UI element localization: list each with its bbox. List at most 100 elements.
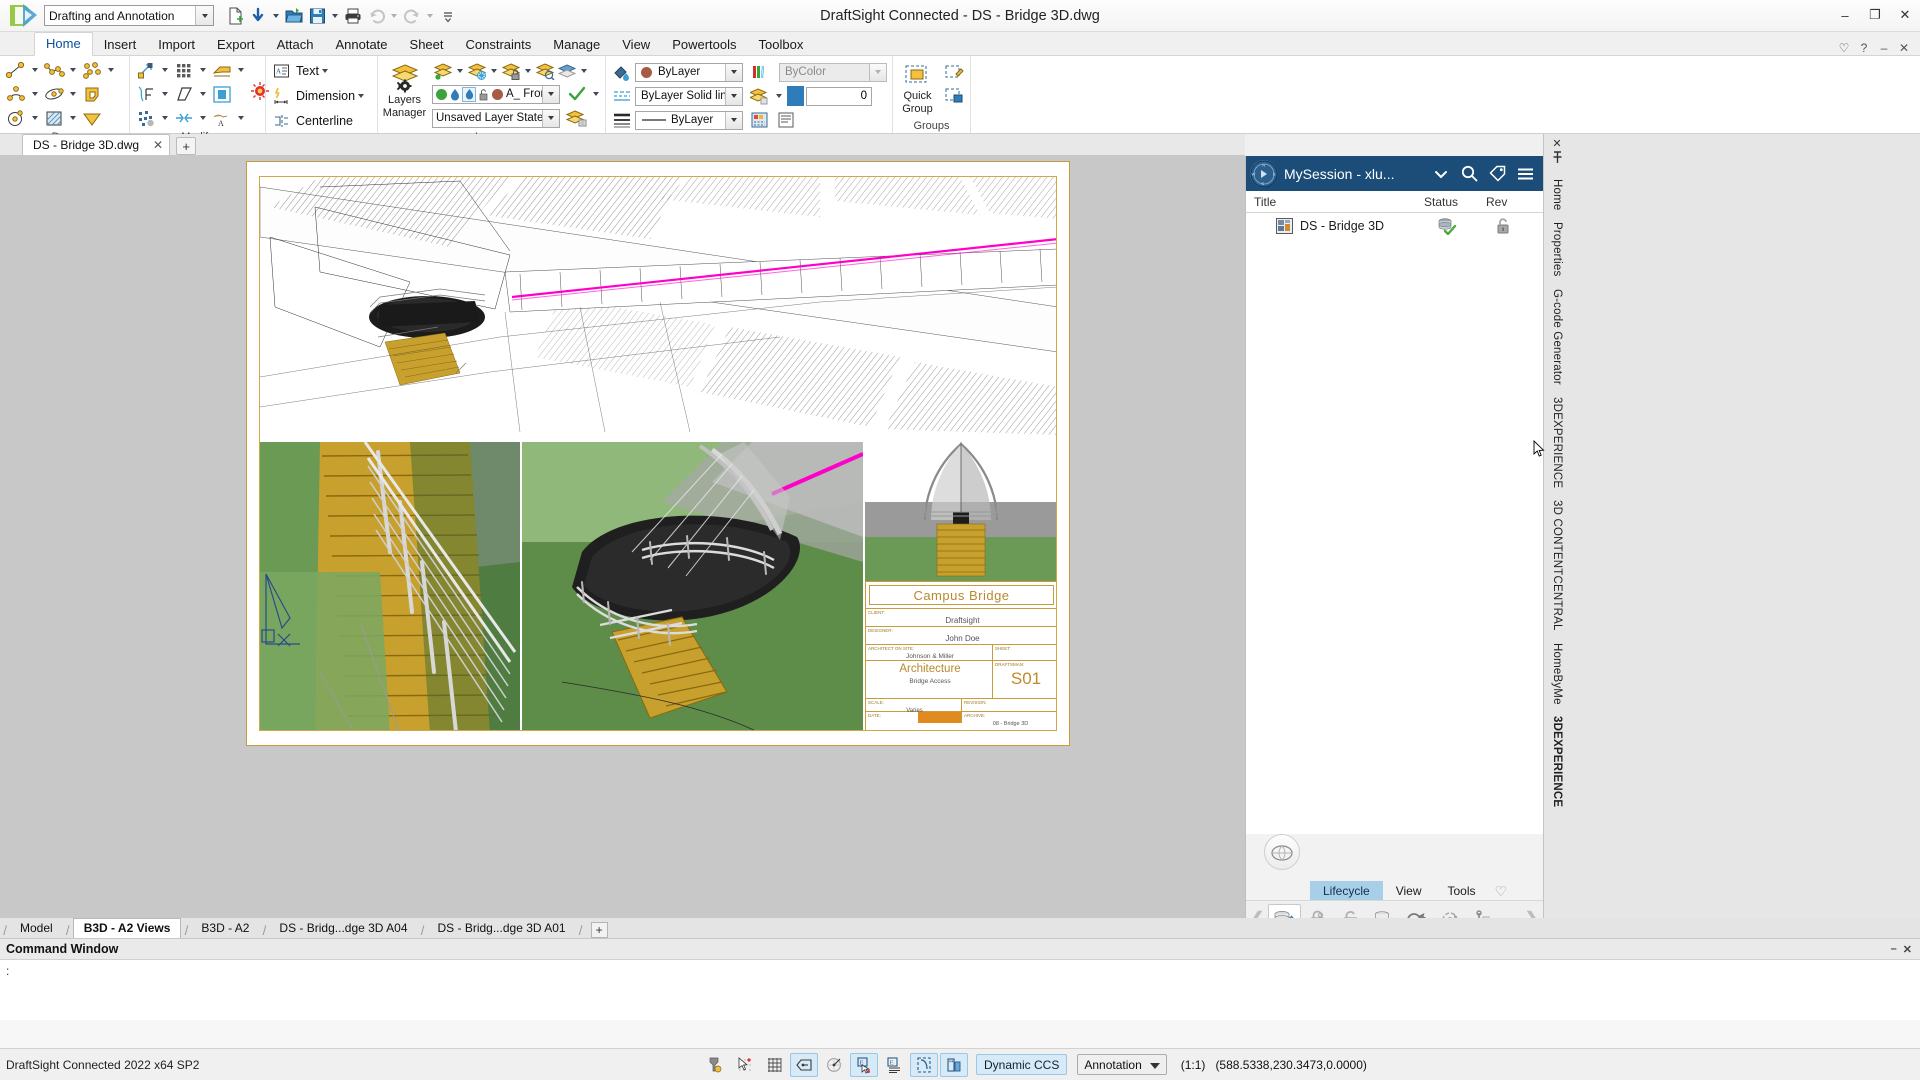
centerline-tool[interactable]: Centerline: [273, 108, 367, 133]
move-tool[interactable]: [133, 59, 159, 81]
redo-button[interactable]: [401, 4, 423, 28]
save-button[interactable]: [306, 4, 328, 28]
hatch-tool-caret-icon[interactable]: [67, 107, 79, 129]
linestyle-chevron-icon[interactable]: [725, 87, 742, 105]
dock-label-3d-contentcentral[interactable]: 3D CONTENTCENTRAL: [1551, 500, 1563, 631]
tab-attach[interactable]: Attach: [266, 34, 325, 56]
dimension-tool[interactable]: Dimension: [273, 83, 367, 108]
heart-icon[interactable]: ♡: [1836, 41, 1852, 55]
gradient-tool[interactable]: [79, 107, 105, 129]
color-chevron-icon[interactable]: [725, 63, 742, 81]
grid-snap-icon[interactable]: [730, 1053, 758, 1077]
close-window-button[interactable]: ✕: [1890, 0, 1920, 30]
undo-button[interactable]: [365, 4, 387, 28]
layer-tools-caret-icon[interactable]: [773, 85, 785, 107]
open-recent-button[interactable]: [247, 4, 269, 28]
freeze-layer-caret-icon[interactable]: [488, 60, 500, 82]
unlocked-icon[interactable]: [1478, 217, 1528, 235]
sheet-tab-model[interactable]: Model: [10, 919, 63, 938]
open-recent-caret-icon[interactable]: [270, 5, 282, 27]
join-tool[interactable]: [171, 107, 197, 129]
polyline-tool-caret-icon[interactable]: [67, 59, 79, 81]
print-style-chevron-icon[interactable]: [869, 63, 886, 81]
tab-powertools[interactable]: Powertools: [661, 34, 747, 56]
column-rev[interactable]: Rev: [1478, 195, 1543, 209]
customize-quick-access-button[interactable]: [437, 4, 459, 28]
text-tool[interactable]: A Text: [273, 58, 367, 83]
tab-sheet[interactable]: Sheet: [399, 34, 455, 56]
layer-thaw-icon[interactable]: [462, 86, 476, 102]
edit-hatch-tool-caret-icon[interactable]: [235, 107, 247, 129]
viewport-bridge-render[interactable]: [522, 442, 863, 730]
minimize-icon[interactable]: –: [1891, 943, 1897, 956]
drawing-canvas[interactable]: Campus Bridge CLIENT: Draftsight DESIGNE…: [0, 156, 1245, 938]
close-ribbon-icon[interactable]: ✕: [1896, 41, 1912, 55]
array-tool-caret-icon[interactable]: [197, 59, 209, 81]
tab-view[interactable]: View: [611, 34, 661, 56]
annotation-scale-selector[interactable]: Annotation: [1077, 1054, 1167, 1075]
undo-caret-icon[interactable]: [388, 5, 400, 27]
minimize-window-button[interactable]: –: [1830, 0, 1860, 30]
layer-tools-icon[interactable]: [747, 85, 773, 107]
line-tool-caret-icon[interactable]: [29, 59, 41, 81]
layer-state-manager-button[interactable]: [564, 107, 590, 129]
close-panel-icon[interactable]: ✕: [1552, 137, 1561, 151]
offset-tool-caret-icon[interactable]: [197, 83, 209, 105]
polar-guide-icon[interactable]: [820, 1053, 848, 1077]
group-manager-button[interactable]: [941, 84, 967, 106]
tab-insert[interactable]: Insert: [93, 34, 148, 56]
print-style-selector[interactable]: ByColor: [779, 62, 887, 82]
point-tool-caret-icon[interactable]: [105, 59, 117, 81]
text-tool-caret-icon[interactable]: [319, 60, 331, 82]
linestyle-selector[interactable]: ByLayer Solid line: [635, 86, 743, 106]
color-selector[interactable]: ByLayer: [635, 62, 743, 82]
command-window-body[interactable]: :: [0, 960, 1920, 1020]
polyline-tool[interactable]: [41, 59, 67, 81]
dock-label-3dexperience-bottom[interactable]: 3DEXPERIENCE: [1551, 716, 1563, 807]
viewport-top-wireframe[interactable]: [260, 177, 1056, 437]
dynamic-ccs-toggle[interactable]: Dynamic CCS: [976, 1054, 1068, 1075]
chevron-down-icon[interactable]: [195, 6, 213, 25]
tab-export[interactable]: Export: [206, 34, 266, 56]
tab-view[interactable]: View: [1383, 881, 1435, 900]
current-layer-chevron-icon[interactable]: [542, 85, 559, 103]
chevron-down-icon[interactable]: [1149, 1058, 1160, 1072]
save-caret-icon[interactable]: [329, 5, 341, 27]
open-file-button[interactable]: [283, 4, 305, 28]
grid-display-icon[interactable]: [760, 1053, 788, 1077]
session-table-body[interactable]: DS - Bridge 3D: [1246, 213, 1543, 834]
new-layer-caret-icon[interactable]: [454, 60, 466, 82]
transparency-input[interactable]: 0: [806, 86, 872, 106]
ellipse-tool-caret-icon[interactable]: [67, 83, 79, 105]
layer-previous-button[interactable]: [534, 60, 556, 82]
offset-tool[interactable]: [171, 83, 197, 105]
polygon-tool[interactable]: [79, 83, 105, 105]
sheet-tab-a01[interactable]: DS - Bridg...dge 3D A01: [428, 919, 576, 938]
ellipse-tool[interactable]: [41, 83, 67, 105]
line-tool[interactable]: [3, 59, 29, 81]
maximize-window-button[interactable]: ❐: [1860, 0, 1890, 30]
entity-snap-icon[interactable]: E: [850, 1052, 878, 1077]
hamburger-menu-icon[interactable]: [1511, 160, 1539, 188]
document-tab-bridge-3d[interactable]: DS - Bridge 3D.dwg ✕: [22, 134, 171, 155]
tab-tools[interactable]: Tools: [1434, 881, 1488, 900]
freeze-layer-button[interactable]: [466, 60, 488, 82]
layer-apply-caret-icon[interactable]: [590, 83, 602, 105]
tag-icon[interactable]: [1483, 160, 1511, 188]
dock-label-3dexperience[interactable]: 3DEXPERIENCE: [1551, 397, 1563, 488]
column-title[interactable]: Title: [1246, 195, 1416, 209]
dimension-tool-caret-icon[interactable]: [355, 85, 367, 107]
line-weight-icon[interactable]: [910, 1052, 938, 1077]
globe-icon[interactable]: [1264, 834, 1300, 870]
chevron-down-icon[interactable]: [1427, 160, 1455, 188]
sheet-tab-a04[interactable]: DS - Bridg...dge 3D A04: [269, 919, 417, 938]
hatch-tool[interactable]: [41, 107, 67, 129]
arc-tool[interactable]: [3, 83, 29, 105]
lock-layer-caret-icon[interactable]: [522, 60, 534, 82]
array-tool[interactable]: [171, 59, 197, 81]
tab-toolbox[interactable]: Toolbox: [748, 34, 815, 56]
layers-manager-button[interactable]: Layers Manager: [381, 60, 428, 119]
new-document-button[interactable]: [224, 4, 246, 28]
layer-color-swatch[interactable]: [492, 88, 503, 100]
sheet-tab-b3d-a2-views[interactable]: B3D - A2 Views: [72, 918, 182, 938]
